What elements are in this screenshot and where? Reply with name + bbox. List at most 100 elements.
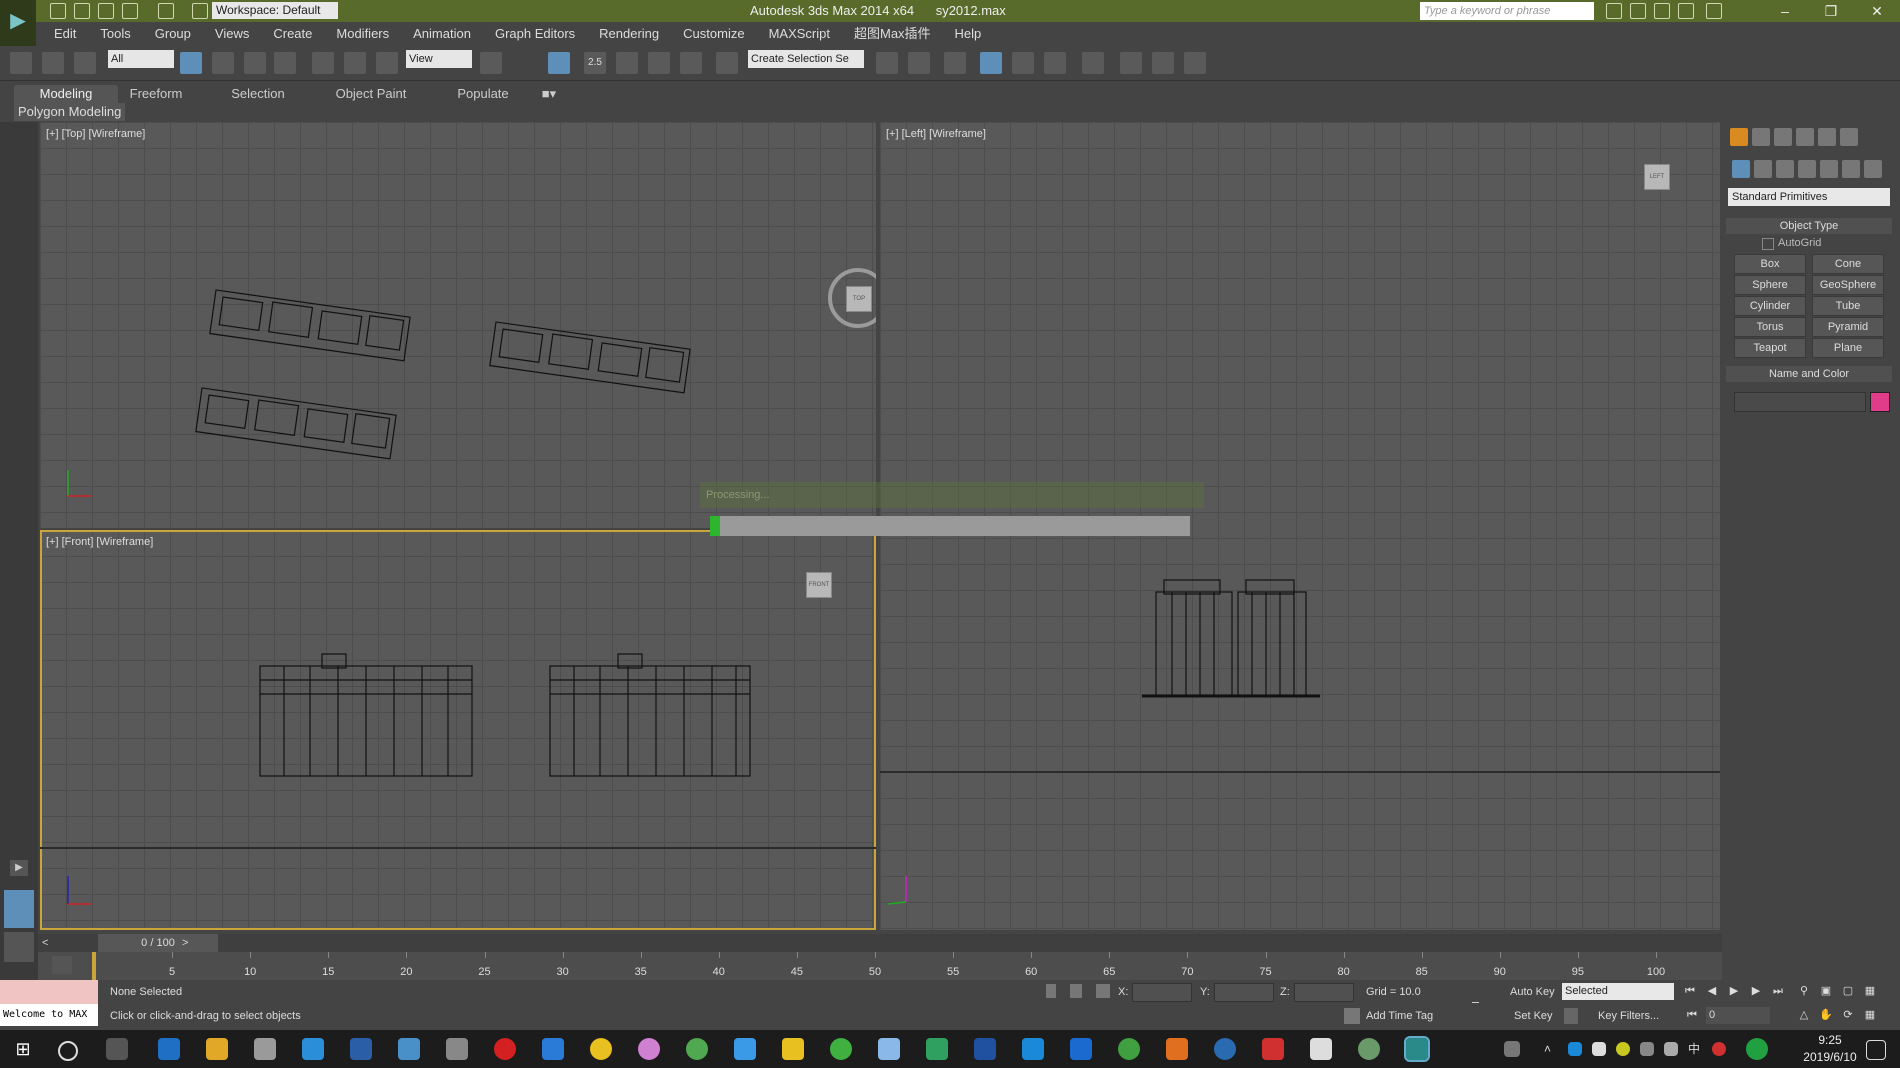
app-icon-1[interactable]: [638, 1038, 660, 1060]
rect-selection-icon[interactable]: [244, 52, 266, 74]
app-icon-7[interactable]: [1022, 1038, 1044, 1060]
tab-freeform[interactable]: Freeform: [118, 85, 194, 103]
maximize-toggle-icon[interactable]: ▦: [1862, 1008, 1878, 1022]
modify-tab-icon[interactable]: [1752, 128, 1770, 146]
save-file-icon[interactable]: [98, 3, 114, 19]
app-icon-10[interactable]: [1358, 1038, 1380, 1060]
viewport-layout-icon[interactable]: [4, 890, 34, 928]
material-editor-icon[interactable]: [1082, 52, 1104, 74]
hierarchy-tab-icon[interactable]: [1774, 128, 1792, 146]
go-to-end-icon[interactable]: ⏭: [1770, 984, 1786, 998]
time-prev-button[interactable]: <: [42, 934, 48, 952]
opera-icon[interactable]: [494, 1038, 516, 1060]
menu-plugin[interactable]: 超图Max插件: [842, 22, 943, 46]
close-button[interactable]: ✕: [1854, 0, 1900, 22]
name-color-rollout[interactable]: Name and Color: [1726, 366, 1892, 382]
geosphere-button[interactable]: GeoSphere: [1812, 275, 1884, 295]
tab-modeling[interactable]: Modeling: [14, 85, 118, 103]
tray-app-icon-4[interactable]: [1746, 1038, 1768, 1060]
help-icon[interactable]: [1706, 3, 1722, 19]
time-next-button[interactable]: >: [182, 934, 188, 952]
named-selection-dropdown[interactable]: Create Selection Se: [748, 50, 864, 68]
viewport-layout-alt-icon[interactable]: [4, 932, 34, 962]
box-button[interactable]: Box: [1734, 254, 1806, 274]
r-language-icon[interactable]: [974, 1038, 996, 1060]
file-explorer-icon[interactable]: [206, 1038, 228, 1060]
key-icon[interactable]: ⎯: [1472, 994, 1498, 1008]
use-pivot-icon[interactable]: [480, 52, 502, 74]
menu-create[interactable]: Create: [261, 22, 324, 46]
cloud-icon[interactable]: [878, 1038, 900, 1060]
maxscript-listener-mini[interactable]: [0, 980, 98, 1004]
autogrid-checkbox[interactable]: [1762, 238, 1774, 250]
isolate-icon[interactable]: [1046, 984, 1056, 998]
tray-app-icon-3[interactable]: [1712, 1042, 1726, 1056]
clock-time[interactable]: 9:25: [1800, 1033, 1860, 1047]
key-mode-dropdown[interactable]: Selected: [1562, 983, 1674, 1000]
app-icon-8[interactable]: [1166, 1038, 1188, 1060]
render-teapot-icon[interactable]: [1184, 52, 1206, 74]
key-filters-button[interactable]: Key Filters...: [1598, 1010, 1659, 1022]
selection-filter-dropdown[interactable]: All: [108, 50, 174, 68]
add-time-tag[interactable]: Add Time Tag: [1366, 1010, 1433, 1022]
sphere-button[interactable]: Sphere: [1734, 275, 1806, 295]
menu-help[interactable]: Help: [943, 22, 994, 46]
people-icon[interactable]: [1504, 1041, 1520, 1057]
input-method-icon[interactable]: 中: [1688, 1042, 1702, 1056]
zoom-all-icon[interactable]: ▣: [1818, 984, 1834, 998]
play-arrow-icon[interactable]: ▶: [10, 860, 28, 876]
percent-snap-icon[interactable]: [648, 52, 670, 74]
tab-populate[interactable]: Populate: [446, 85, 520, 103]
workspace-dropdown[interactable]: Workspace: Default: [212, 2, 338, 19]
communication-icon[interactable]: [1630, 3, 1646, 19]
wifi-icon[interactable]: [1664, 1042, 1678, 1056]
scale-icon[interactable]: [376, 52, 398, 74]
angle-snap-icon[interactable]: [616, 52, 638, 74]
ribbon-options-icon[interactable]: ■▾: [534, 85, 564, 103]
binoculars-icon[interactable]: [1606, 3, 1622, 19]
app-search-icon[interactable]: [398, 1038, 420, 1060]
tube-button[interactable]: Tube: [1812, 296, 1884, 316]
mini-curve-editor-icon[interactable]: [52, 956, 72, 974]
clock-date[interactable]: 2019/6/10: [1792, 1050, 1868, 1064]
utilities-tab-icon[interactable]: [1840, 128, 1858, 146]
snap-toggle-icon[interactable]: 2.5: [584, 52, 606, 74]
mirror-icon[interactable]: [876, 52, 898, 74]
3d-viewer-icon[interactable]: [446, 1038, 468, 1060]
z-coordinate-input[interactable]: [1294, 983, 1354, 1002]
tab-object-paint[interactable]: Object Paint: [326, 85, 416, 103]
xmind-icon[interactable]: [1262, 1038, 1284, 1060]
menu-edit[interactable]: Edit: [42, 22, 88, 46]
menu-animation[interactable]: Animation: [401, 22, 483, 46]
time-slider[interactable]: < 0 / 100 >: [38, 934, 1722, 952]
viewport-top[interactable]: [+] [Top] [Wireframe] TOP: [40, 122, 876, 528]
bind-spacewarp-icon[interactable]: [74, 52, 96, 74]
task-view-icon[interactable]: [106, 1038, 128, 1060]
geometry-icon[interactable]: [1732, 160, 1750, 178]
align-icon[interactable]: [908, 52, 930, 74]
menu-group[interactable]: Group: [143, 22, 203, 46]
minimize-button[interactable]: –: [1762, 0, 1808, 22]
current-frame-input[interactable]: 0: [1706, 1007, 1770, 1024]
menu-maxscript[interactable]: MAXScript: [757, 22, 842, 46]
zoom-extents-icon[interactable]: ▢: [1840, 984, 1856, 998]
set-key-button[interactable]: Set Key: [1514, 1010, 1553, 1022]
track-bar[interactable]: 5 10 15 20 25 30 35 40 45 50 55 60 65 70 75 80 85 90 95 100: [38, 952, 1722, 980]
reference-coord-dropdown[interactable]: View: [406, 50, 472, 68]
link-icon[interactable]: [10, 52, 32, 74]
app-icon-6[interactable]: [926, 1038, 948, 1060]
tray-chevron-icon[interactable]: ˄: [1544, 1042, 1558, 1056]
menu-modifiers[interactable]: Modifiers: [324, 22, 401, 46]
spacewarps-icon[interactable]: [1842, 160, 1860, 178]
edge-legacy-icon[interactable]: [1070, 1038, 1092, 1060]
app-icon-9[interactable]: [1214, 1038, 1236, 1060]
rendered-frame-icon[interactable]: [1152, 52, 1174, 74]
play-icon[interactable]: ▶: [1726, 984, 1742, 998]
search-icon[interactable]: [58, 1041, 78, 1061]
unlink-icon[interactable]: [42, 52, 64, 74]
edit-named-selection-icon[interactable]: [716, 52, 738, 74]
object-color-swatch[interactable]: [1870, 392, 1890, 412]
time-tag-icon[interactable]: [1344, 1008, 1360, 1024]
layer-manager-icon[interactable]: [944, 52, 966, 74]
cameras-icon[interactable]: [1798, 160, 1816, 178]
